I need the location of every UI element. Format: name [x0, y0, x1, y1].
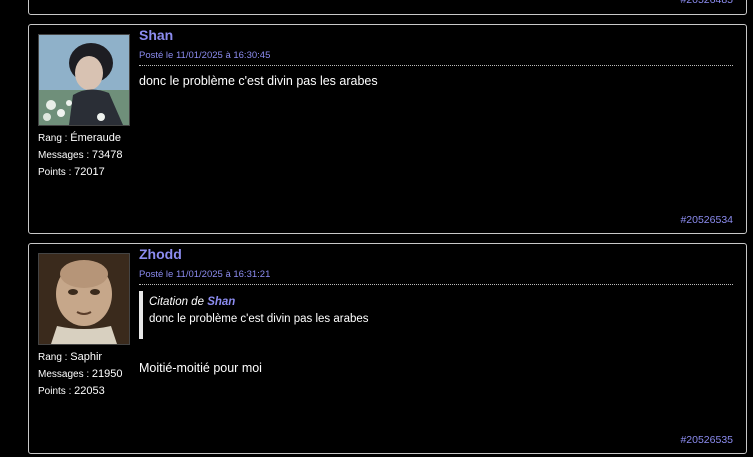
post-message: Moitié-moitié pour moi	[139, 361, 262, 375]
user-points: Points : 22053	[38, 385, 105, 397]
user-messages: Messages : 21950	[38, 368, 123, 380]
quote-text: donc le problème c'est divin pas les ara…	[149, 313, 369, 325]
user-stats: Rang : Émeraude Messages : 73478 Points …	[38, 130, 123, 181]
user-rank: Rang : Saphir	[38, 351, 103, 363]
post-date: Posté le 11/01/2025 à 16:30:45	[139, 50, 271, 61]
post-date: Posté le 11/01/2025 à 16:31:21	[139, 269, 271, 280]
author-name[interactable]: Shan	[139, 27, 173, 43]
post-permalink[interactable]: #20526534	[680, 214, 733, 226]
avatar[interactable]	[38, 253, 130, 345]
divider	[139, 284, 733, 285]
post-permalink[interactable]: #20526535	[680, 434, 733, 446]
post-message: donc le problème c'est divin pas les ara…	[139, 74, 378, 88]
post-card: Rang : Émeraude Messages : 73478 Points …	[28, 24, 747, 234]
post-permalink[interactable]: #20526485	[680, 0, 733, 6]
avatar[interactable]	[38, 34, 130, 126]
post-card: Rang : Saphir Messages : 21950 Points : …	[28, 243, 747, 454]
quote-header: Citation de Shan	[149, 296, 236, 308]
user-stats: Rang : Saphir Messages : 21950 Points : …	[38, 349, 123, 400]
user-messages: Messages : 73478	[38, 149, 123, 161]
post-card: #20526485	[28, 0, 747, 15]
divider	[139, 65, 733, 66]
user-points: Points : 72017	[38, 166, 105, 178]
quote-author[interactable]: Shan	[207, 296, 235, 308]
author-name[interactable]: Zhodd	[139, 246, 182, 262]
quote-block: Citation de Shan donc le problème c'est …	[139, 291, 449, 339]
user-rank: Rang : Émeraude	[38, 132, 122, 144]
